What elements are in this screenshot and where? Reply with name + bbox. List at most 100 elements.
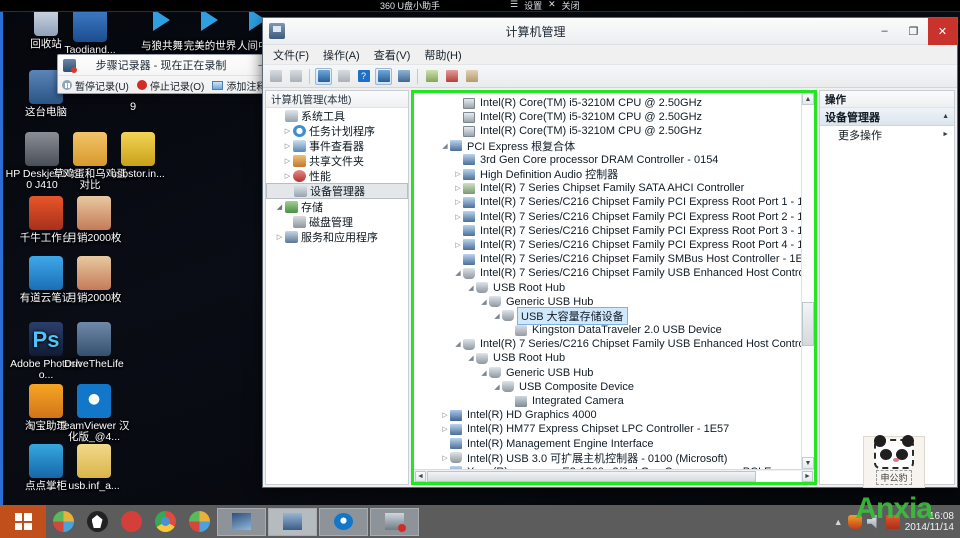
device-tree-row[interactable]: Intel(R) 7 Series/C216 Chipset Family SM… — [414, 252, 814, 266]
device-tree-row[interactable]: ▷Intel(R) 7 Series/C216 Chipset Family P… — [414, 238, 814, 252]
desktop-icon[interactable]: TeamViewer 汉化版_@4... — [56, 384, 132, 443]
cm-close-button[interactable]: ✕ — [928, 18, 957, 45]
usb-assistant-settings-button[interactable]: 设置 — [524, 0, 542, 12]
scroll-left-icon[interactable]: ◄ — [415, 471, 426, 482]
help-icon[interactable]: ? — [355, 68, 372, 85]
cm-minimize-button[interactable]: – — [870, 18, 899, 45]
clock[interactable]: 16:08 2014/11/14 — [905, 511, 954, 533]
settings-icon[interactable]: ☰ — [510, 0, 518, 12]
back-icon[interactable] — [267, 68, 284, 85]
chevron-right-icon[interactable]: ► — [942, 131, 949, 138]
refresh-icon[interactable] — [395, 68, 412, 85]
stop-record-button[interactable]: 停止记录(O) — [137, 78, 204, 93]
desktop-icon[interactable]: 月销2000枚 — [56, 256, 132, 304]
chevron-up-icon[interactable]: ▲ — [834, 517, 843, 527]
sidebar-item-服务和应用程序[interactable]: ▷服务和应用程序 — [266, 229, 408, 244]
device-tree-row[interactable]: ◢Xeon(R) processor E3-1200 v2/3rd Gen Co… — [414, 465, 814, 469]
device-tree-row[interactable]: Integrated Camera — [414, 394, 814, 408]
action-more-actions[interactable]: 更多操作 ► — [820, 126, 954, 143]
usb-assistant-close-button[interactable]: 关闭 — [562, 0, 580, 12]
scroll-up-icon[interactable]: ▲ — [802, 93, 814, 105]
tree-expander-icon[interactable]: ▷ — [440, 411, 450, 419]
taskbar-window-button[interactable] — [319, 508, 368, 536]
device-tree-row[interactable]: ▷Intel(R) HM77 Express Chipset LPC Contr… — [414, 422, 814, 436]
sidebar-item-磁盘管理[interactable]: 磁盘管理 — [266, 214, 408, 229]
tree-expander-icon[interactable]: ▷ — [453, 184, 463, 192]
shop-tray-icon[interactable] — [886, 515, 900, 529]
taskbar-pinned-item[interactable] — [148, 505, 182, 538]
tree-expander-icon[interactable]: ◢ — [479, 369, 489, 377]
device-manager-pane[interactable]: Intel(R) Core(TM) i5-3210M CPU @ 2.50GHz… — [411, 90, 817, 485]
console-icon[interactable] — [375, 68, 392, 85]
device-tree-row[interactable]: 3rd Gen Core processor DRAM Controller -… — [414, 153, 814, 167]
device-tree-row[interactable]: ◢Intel(R) 7 Series/C216 Chipset Family U… — [414, 337, 814, 351]
device-tree-row[interactable]: ◢USB 大容量存储设备 — [414, 309, 814, 323]
device-tree-row[interactable]: ▷Intel(R) USB 3.0 可扩展主机控制器 - 0100 (Micro… — [414, 451, 814, 465]
tree-expander-icon[interactable]: ▷ — [440, 425, 450, 433]
taskbar-pinned-item[interactable] — [114, 505, 148, 538]
device-tree-row[interactable]: ▷High Definition Audio 控制器 — [414, 167, 814, 181]
hscroll-track[interactable] — [427, 471, 801, 482]
system-tray[interactable]: ▲ 16:08 2014/11/14 — [834, 505, 960, 538]
start-button[interactable] — [0, 505, 46, 538]
taskbar-window-button[interactable] — [268, 508, 317, 536]
vscroll-thumb[interactable] — [802, 302, 814, 346]
device-tree-row[interactable]: ▷Intel(R) HD Graphics 4000 — [414, 408, 814, 422]
tree-expander-icon[interactable]: ▷ — [453, 198, 463, 206]
computer-management-window[interactable]: 计算机管理 – ❐ ✕ 文件(F)操作(A)查看(V)帮助(H) ? 计算机管理… — [262, 17, 958, 488]
device-tree-row[interactable]: ▷Intel(R) 7 Series/C216 Chipset Family P… — [414, 210, 814, 224]
tree-expander-icon[interactable]: ▷ — [453, 213, 463, 221]
flame-tray-icon[interactable] — [848, 515, 862, 529]
tree-expander-icon[interactable]: ▷ — [274, 233, 285, 241]
tree-expander-icon[interactable]: ▷ — [282, 142, 293, 150]
panda-widget[interactable]: 申公豹 — [863, 436, 925, 488]
menu-item[interactable]: 查看(V) — [368, 45, 417, 65]
tree-expander-icon[interactable]: ▷ — [440, 454, 450, 462]
tree-expander-icon[interactable]: ◢ — [466, 284, 476, 292]
device-list-vertical-scrollbar[interactable]: ▲ ▼ — [801, 93, 814, 469]
taskbar-window-button[interactable] — [370, 508, 419, 536]
menu-item[interactable]: 操作(A) — [317, 45, 366, 65]
device-list-horizontal-scrollbar[interactable]: ◄ ► — [414, 469, 814, 482]
sidebar-item-存储[interactable]: ◢存储 — [266, 199, 408, 214]
device-tree-row[interactable]: Intel(R) Management Engine Interface — [414, 437, 814, 451]
scroll-down-icon[interactable]: ▼ — [802, 457, 814, 469]
device-tree-row[interactable]: Intel(R) 7 Series/C216 Chipset Family PC… — [414, 224, 814, 238]
console-tree-pane[interactable]: 计算机管理(本地) 系统工具▷任务计划程序▷事件查看器▷共享文件夹▷性能设备管理… — [265, 90, 409, 485]
device-tree-row[interactable]: Intel(R) Core(TM) i5-3210M CPU @ 2.50GHz — [414, 110, 814, 124]
tree-expander-icon[interactable]: ◢ — [440, 468, 450, 469]
device-tree-row[interactable]: Kingston DataTraveler 2.0 USB Device — [414, 323, 814, 337]
properties-icon[interactable] — [335, 68, 352, 85]
device-tree-list[interactable]: Intel(R) Core(TM) i5-3210M CPU @ 2.50GHz… — [414, 93, 814, 469]
desktop-icon[interactable]: DriveTheLife — [56, 322, 132, 370]
device-tree-row[interactable]: ▷Intel(R) 7 Series/C216 Chipset Family P… — [414, 195, 814, 209]
taskbar-pinned-item[interactable] — [80, 505, 114, 538]
sidebar-item-性能[interactable]: ▷性能 — [266, 168, 408, 183]
desktop-icon[interactable]: Taodiand... — [52, 8, 128, 56]
uninstall-device-icon[interactable] — [443, 68, 460, 85]
device-tree-row[interactable]: ◢Intel(R) 7 Series/C216 Chipset Family U… — [414, 266, 814, 280]
device-tree-row[interactable]: ▷Intel(R) 7 Series Chipset Family SATA A… — [414, 181, 814, 195]
show-hide-tree-icon[interactable] — [315, 68, 332, 85]
sidebar-item-系统工具[interactable]: 系统工具 — [266, 108, 408, 123]
sidebar-item-事件查看器[interactable]: ▷事件查看器 — [266, 138, 408, 153]
taskbar-window-button[interactable] — [217, 508, 266, 536]
actions-group-device-manager[interactable]: 设备管理器 ▲ — [820, 108, 954, 126]
tree-expander-icon[interactable]: ◢ — [466, 354, 476, 362]
sidebar-item-共享文件夹[interactable]: ▷共享文件夹 — [266, 153, 408, 168]
tree-expander-icon[interactable]: ▷ — [282, 127, 293, 135]
device-tree-row[interactable]: ◢Generic USB Hub — [414, 366, 814, 380]
device-tree-row[interactable]: ◢PCI Express 根复合体 — [414, 139, 814, 153]
device-tree-row[interactable]: Intel(R) Core(TM) i5-3210M CPU @ 2.50GHz — [414, 96, 814, 110]
chevron-up-icon[interactable]: ▲ — [942, 113, 949, 120]
desktop-icon[interactable]: 月销2000枚 — [56, 196, 132, 244]
sidebar-item-设备管理器[interactable]: 设备管理器 — [266, 183, 408, 199]
menu-item[interactable]: 帮助(H) — [418, 45, 467, 65]
device-tree-row[interactable]: Intel(R) Core(TM) i5-3210M CPU @ 2.50GHz — [414, 124, 814, 138]
device-tree-row[interactable]: ◢USB Composite Device — [414, 380, 814, 394]
volume-tray-icon[interactable] — [867, 515, 881, 529]
cm-maximize-button[interactable]: ❐ — [899, 18, 928, 45]
close-x-icon[interactable]: ✕ — [548, 0, 556, 12]
tree-expander-icon[interactable]: ◢ — [274, 203, 285, 211]
tree-expander-icon[interactable]: ◢ — [492, 312, 502, 320]
